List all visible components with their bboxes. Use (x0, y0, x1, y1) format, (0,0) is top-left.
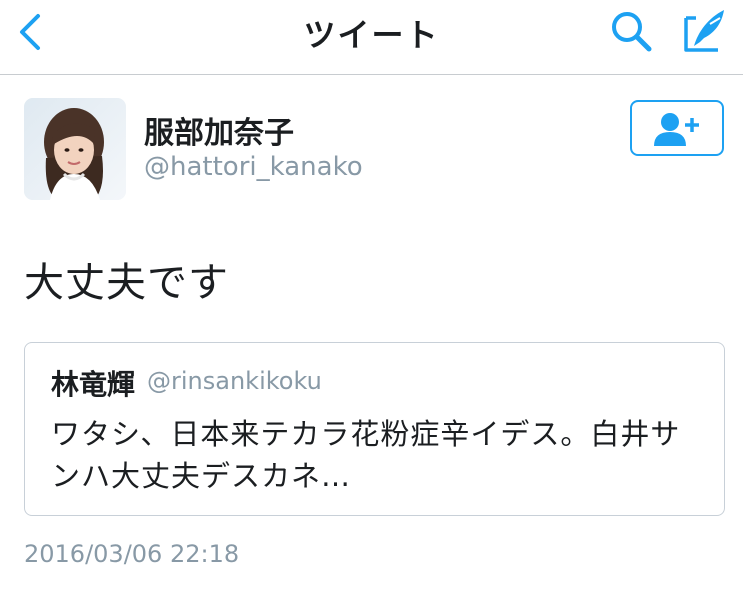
avatar-image (24, 98, 126, 200)
follow-button[interactable] (630, 100, 724, 156)
quoted-author-display-name: 林竜輝 (51, 368, 136, 401)
quoted-tweet-text: ワタシ、日本来テカラ花粉症辛イデス。白井サンハ大丈夫デスカネ… (51, 417, 681, 493)
tweet-timestamp: 2016/03/06 22:18 (24, 540, 240, 568)
author-display-name[interactable]: 服部加奈子 (144, 108, 294, 152)
quoted-author-handle: @rinsankikoku (147, 367, 322, 395)
tweet-text: 大丈夫です (24, 260, 229, 306)
search-icon[interactable] (608, 8, 654, 54)
follow-icon (654, 113, 699, 146)
navigation-bar: ツイート (0, 0, 743, 75)
author-handle[interactable]: @hattori_kanako (144, 152, 363, 182)
quoted-tweet-card[interactable]: 林竜輝 @rinsankikoku ワタシ、日本来テカラ花粉症辛イデス。白井サン… (24, 342, 725, 516)
compose-icon[interactable] (682, 6, 728, 54)
avatar[interactable] (24, 98, 126, 200)
